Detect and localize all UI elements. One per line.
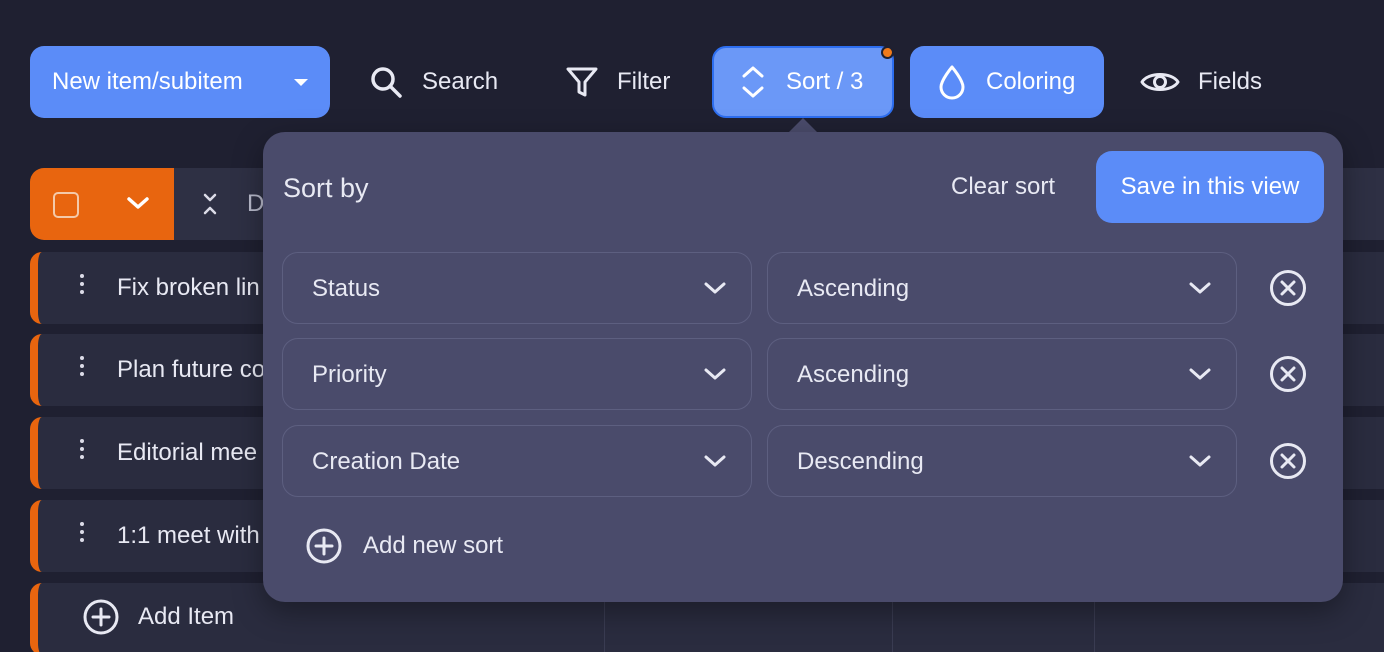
caret-down-icon[interactable]: [294, 79, 308, 86]
popup-pointer: [788, 118, 818, 133]
sort-active-dot: [881, 46, 894, 59]
remove-sort-icon[interactable]: [1268, 441, 1308, 481]
filter-button[interactable]: Filter: [565, 46, 690, 118]
chevron-down-icon: [1189, 282, 1211, 294]
droplet-icon: [939, 65, 965, 100]
search-icon: [371, 67, 402, 98]
row-menu-icon[interactable]: [80, 274, 84, 298]
sort-field-value: Status: [312, 275, 381, 302]
collapse-icon[interactable]: [200, 192, 220, 216]
new-item-button[interactable]: New item/subitem: [30, 46, 330, 118]
eye-icon: [1140, 73, 1180, 91]
sort-direction-select[interactable]: Descending: [767, 425, 1237, 497]
column-header-label: D: [247, 190, 265, 217]
filter-icon: [566, 67, 598, 97]
row-title: 1:1 meet with: [117, 522, 260, 549]
sort-field-value: Creation Date: [312, 448, 461, 475]
column-divider: [604, 600, 605, 652]
sort-button[interactable]: Sort / 3: [712, 46, 894, 118]
chevron-down-icon: [704, 455, 726, 467]
plus-circle-icon: [83, 599, 119, 635]
sort-direction-select[interactable]: Ascending: [767, 252, 1237, 324]
column-divider: [892, 600, 893, 652]
new-item-label: New item/subitem: [52, 68, 243, 95]
clear-sort-button[interactable]: Clear sort: [951, 173, 1055, 201]
search-button[interactable]: Search: [368, 46, 518, 118]
fields-label: Fields: [1198, 68, 1263, 95]
sort-label: Sort / 3: [786, 68, 864, 95]
row-title: Fix broken lin: [117, 274, 260, 301]
sort-field-select[interactable]: Status: [282, 252, 752, 324]
row-title: Plan future co: [117, 356, 266, 383]
row-menu-icon[interactable]: [80, 522, 84, 546]
column-divider: [1094, 600, 1095, 652]
coloring-button[interactable]: Coloring: [910, 46, 1104, 118]
chevron-down-icon[interactable]: [126, 194, 150, 212]
add-new-sort-button[interactable]: Add new sort: [305, 527, 503, 565]
chevron-down-icon: [704, 368, 726, 380]
sort-direction-value: Ascending: [797, 361, 910, 388]
sort-arrows-icon: [742, 66, 764, 98]
header-select-cell: [30, 168, 174, 240]
row-menu-icon[interactable]: [80, 356, 84, 380]
select-all-checkbox[interactable]: [53, 192, 79, 218]
sort-field-value: Priority: [312, 361, 387, 388]
filter-label: Filter: [617, 68, 671, 95]
row-menu-icon[interactable]: [80, 439, 84, 463]
coloring-label: Coloring: [986, 68, 1076, 95]
search-label: Search: [422, 68, 499, 95]
sort-direction-value: Descending: [797, 448, 924, 475]
chevron-down-icon: [1189, 455, 1211, 467]
sort-field-select[interactable]: Priority: [282, 338, 752, 410]
plus-circle-icon: [306, 528, 342, 564]
remove-sort-icon[interactable]: [1268, 354, 1308, 394]
chevron-down-icon: [704, 282, 726, 294]
fields-button[interactable]: Fields: [1140, 46, 1280, 118]
sort-direction-select[interactable]: Ascending: [767, 338, 1237, 410]
sort-field-select[interactable]: Creation Date: [282, 425, 752, 497]
chevron-down-icon: [1189, 368, 1211, 380]
add-new-sort-label: Add new sort: [363, 532, 504, 559]
sort-direction-value: Ascending: [797, 275, 910, 302]
add-item-label: Add Item: [138, 603, 235, 630]
remove-sort-icon[interactable]: [1268, 268, 1308, 308]
add-item-button[interactable]: Add Item: [82, 598, 234, 636]
save-in-view-button[interactable]: Save in this view: [1096, 151, 1324, 223]
row-title: Editorial mee: [117, 439, 258, 466]
sort-panel-title: Sort by: [283, 173, 369, 203]
